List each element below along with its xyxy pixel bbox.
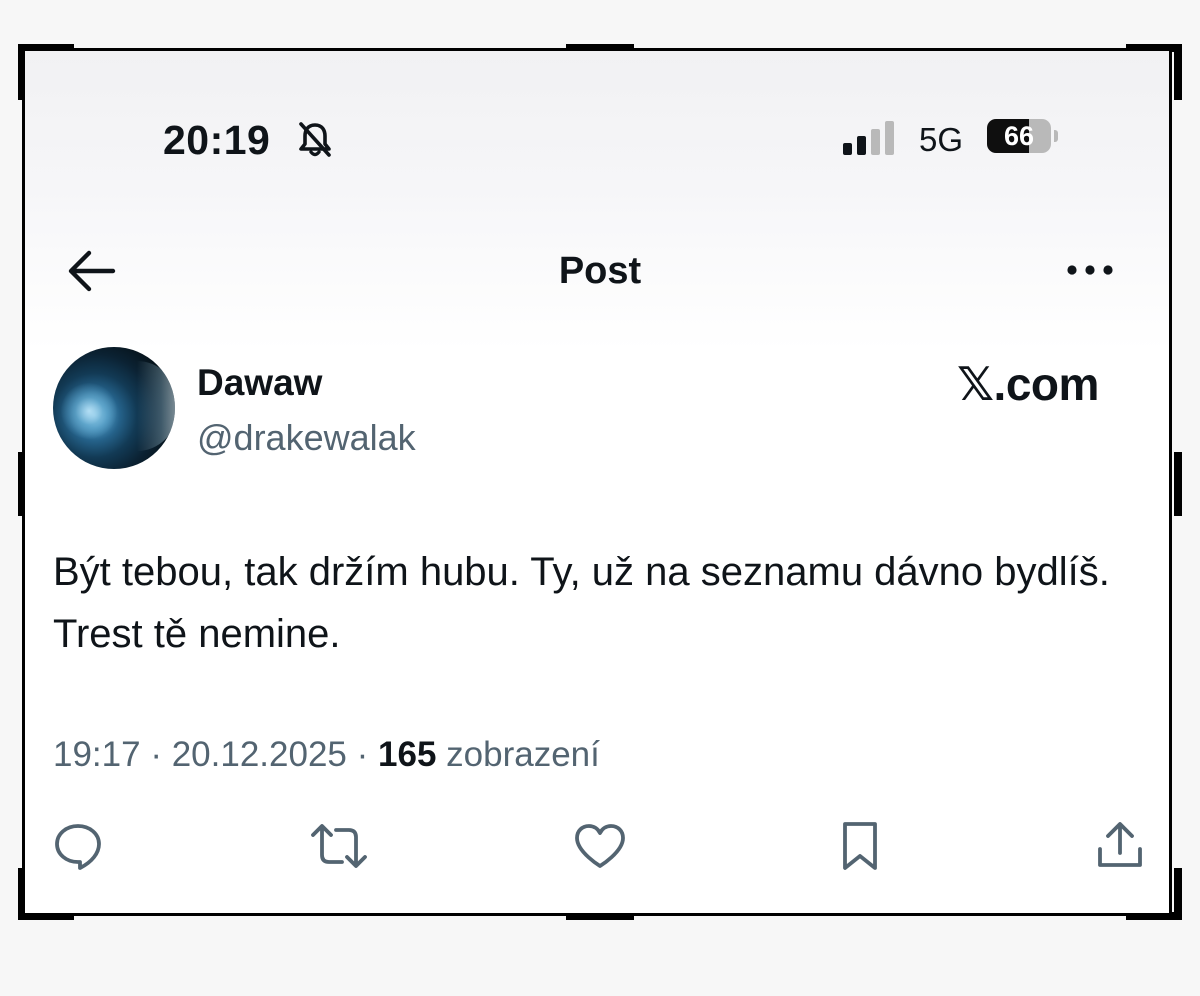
author-display-name[interactable]: Dawaw bbox=[197, 362, 322, 404]
post-text: Být tebou, tak držím hubu. Ty, už na sez… bbox=[53, 550, 1110, 656]
views-label: zobrazení bbox=[446, 735, 600, 774]
crop-mark-top-right-v bbox=[1174, 44, 1182, 100]
post-meta: 19:17 · 20.12.2025 · 165 zobrazení bbox=[53, 735, 600, 775]
like-icon bbox=[573, 822, 627, 870]
post-date: 20.12.2025 bbox=[171, 735, 347, 774]
meta-separator: · bbox=[150, 735, 162, 774]
meta-separator: · bbox=[356, 735, 369, 774]
share-icon bbox=[1096, 821, 1144, 871]
author-handle[interactable]: @drakewalak bbox=[197, 417, 416, 459]
avatar-edge-light bbox=[137, 361, 175, 451]
page-title: Post bbox=[558, 250, 642, 292]
more-horizontal-icon[interactable] bbox=[1065, 253, 1115, 287]
views-count: 165 bbox=[378, 735, 437, 774]
reply-button[interactable] bbox=[51, 819, 105, 873]
header-background bbox=[25, 51, 1169, 351]
like-button[interactable] bbox=[573, 819, 627, 873]
reply-icon bbox=[52, 821, 104, 871]
share-button[interactable] bbox=[1093, 819, 1147, 873]
repost-icon bbox=[310, 821, 368, 871]
repost-button[interactable] bbox=[310, 819, 368, 873]
bookmark-button[interactable] bbox=[833, 819, 887, 873]
crop-mark-bottom-right-v bbox=[1174, 868, 1182, 920]
avatar[interactable] bbox=[53, 347, 175, 469]
bookmark-icon bbox=[839, 820, 881, 872]
battery-tip bbox=[1054, 130, 1058, 142]
signal-icon bbox=[843, 121, 903, 155]
status-time: 20:19 bbox=[163, 117, 271, 163]
post-time: 19:17 bbox=[53, 735, 141, 774]
brand-watermark: 𝕏.com bbox=[957, 358, 1099, 410]
avatar-highlight bbox=[61, 383, 117, 439]
crop-mark-right-center bbox=[1174, 452, 1182, 516]
screenshot-frame: 20:19 5G 66 Post Dawaw @drakewalak 𝕏.com… bbox=[22, 48, 1172, 916]
network-type: 5G bbox=[919, 121, 964, 158]
battery-level: 66 bbox=[987, 119, 1051, 153]
bell-slash-icon bbox=[295, 119, 335, 159]
